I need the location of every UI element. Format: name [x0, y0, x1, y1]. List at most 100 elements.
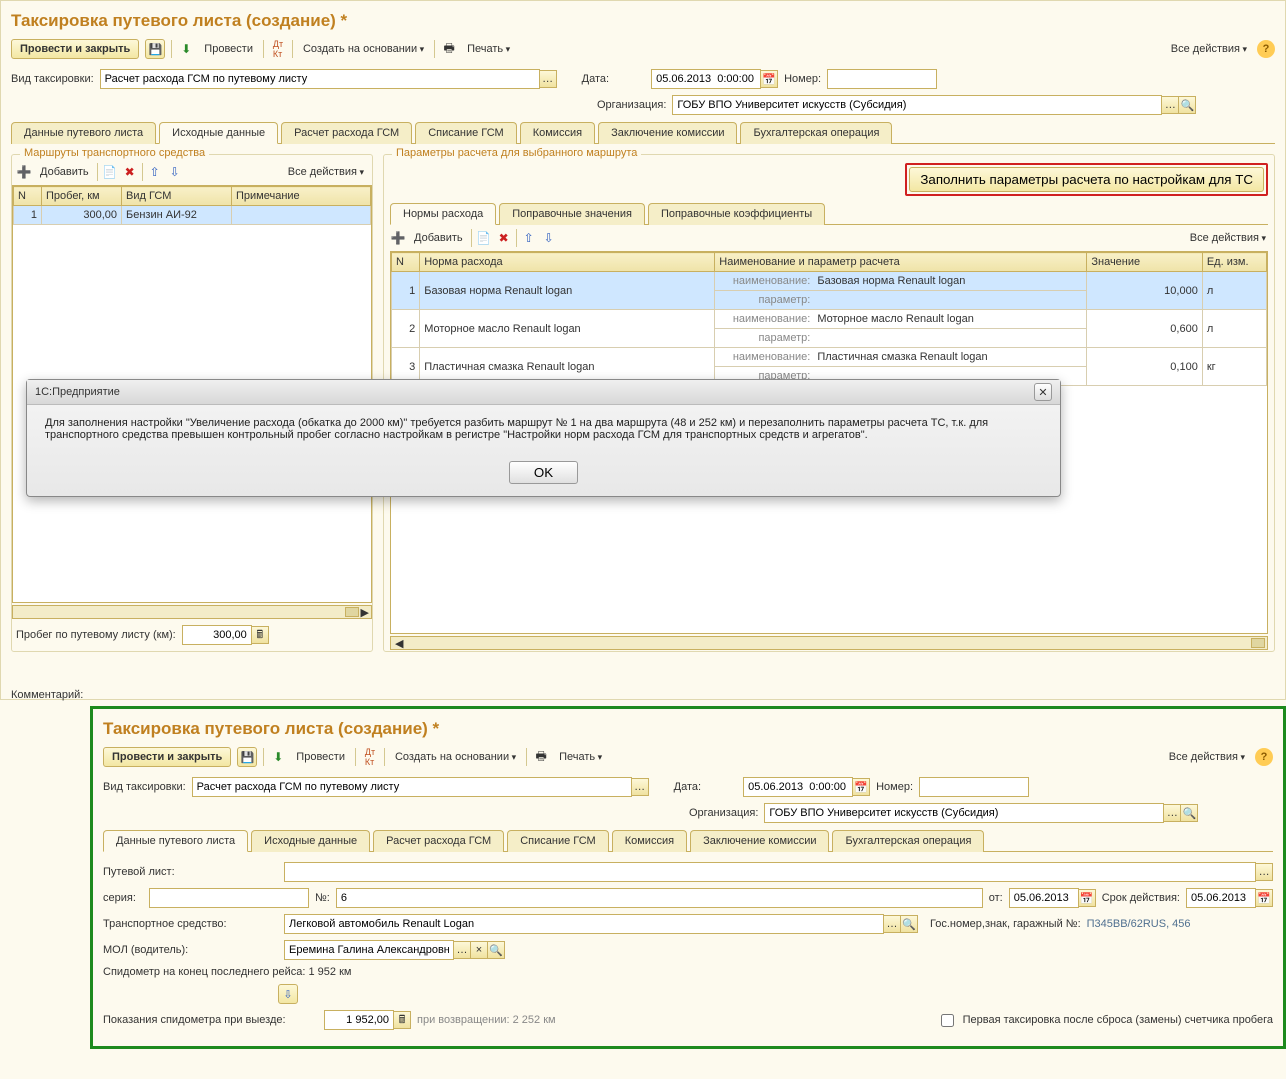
calculator-icon[interactable]: 🖩: [251, 626, 269, 644]
print-button[interactable]: Печать: [555, 749, 606, 765]
move-up-icon[interactable]: ⇧: [147, 164, 163, 180]
ellipsis-icon[interactable]: …: [1255, 863, 1273, 881]
all-actions-button[interactable]: Все действия: [284, 164, 368, 180]
calendar-icon[interactable]: 📅: [760, 70, 778, 88]
organization-input[interactable]: [672, 95, 1162, 115]
number-input[interactable]: [827, 69, 937, 89]
vehicle-input[interactable]: [284, 914, 884, 934]
col-header[interactable]: Норма расхода: [420, 253, 715, 272]
total-mileage-input[interactable]: [182, 625, 252, 645]
col-header[interactable]: N: [392, 253, 420, 272]
save-icon[interactable]: 💾: [237, 747, 257, 767]
tab-2[interactable]: Расчет расхода ГСМ: [373, 830, 504, 852]
create-based-on-button[interactable]: Создать на основании: [299, 41, 428, 57]
norms-grid[interactable]: NНорма расходаНаименование и параметр ра…: [391, 252, 1267, 386]
tab-1[interactable]: Исходные данные: [159, 122, 278, 144]
col-header[interactable]: Значение: [1087, 253, 1202, 272]
search-icon[interactable]: 🔍: [487, 941, 505, 959]
date-input[interactable]: [743, 777, 853, 797]
tab-4[interactable]: Комиссия: [612, 830, 687, 852]
all-actions-button[interactable]: Все действия: [1167, 41, 1251, 57]
help-icon[interactable]: ?: [1255, 748, 1273, 766]
tab-6[interactable]: Бухгалтерская операция: [832, 830, 984, 852]
all-actions-button[interactable]: Все действия: [1186, 230, 1270, 246]
first-taxation-checkbox[interactable]: [941, 1014, 954, 1027]
tab-0[interactable]: Данные путевого листа: [11, 122, 156, 144]
post-and-close-button[interactable]: Провести и закрыть: [11, 39, 139, 59]
ok-button[interactable]: OK: [509, 461, 578, 484]
col-header[interactable]: Ед. изм.: [1202, 253, 1266, 272]
valid-until-input[interactable]: [1186, 888, 1256, 908]
print-button[interactable]: Печать: [463, 41, 514, 57]
close-icon[interactable]: ✕: [1034, 383, 1052, 401]
waybill-number-input[interactable]: [336, 888, 983, 908]
copy-icon[interactable]: 📄: [476, 230, 492, 246]
col-header[interactable]: Примечание: [232, 187, 371, 206]
search-icon[interactable]: 🔍: [1180, 804, 1198, 822]
horizontal-scrollbar[interactable]: ◀: [390, 636, 1268, 650]
add-norm-button[interactable]: Добавить: [410, 230, 467, 246]
waybill-input[interactable]: [284, 862, 1256, 882]
calendar-icon[interactable]: 📅: [852, 778, 870, 796]
calculator-icon[interactable]: 🖩: [393, 1011, 411, 1029]
delete-icon[interactable]: ✖: [122, 164, 138, 180]
dtkt-icon[interactable]: ДтКт: [362, 749, 378, 765]
search-icon[interactable]: 🔍: [1178, 96, 1196, 114]
move-up-icon[interactable]: ⇧: [521, 230, 537, 246]
tab-2[interactable]: Расчет расхода ГСМ: [281, 122, 412, 144]
driver-input[interactable]: [284, 940, 454, 960]
series-input[interactable]: [149, 888, 309, 908]
number-input[interactable]: [919, 777, 1029, 797]
col-header[interactable]: Вид ГСМ: [122, 187, 232, 206]
clear-icon[interactable]: ×: [470, 941, 488, 959]
ellipsis-icon[interactable]: …: [453, 941, 471, 959]
post-button[interactable]: Провести: [200, 41, 257, 57]
save-icon[interactable]: 💾: [145, 39, 165, 59]
tab-5[interactable]: Заключение комиссии: [690, 830, 829, 852]
move-down-icon[interactable]: ⇩: [167, 164, 183, 180]
table-row[interactable]: 1Базовая норма Renault loganнаименование…: [392, 272, 1267, 291]
tab-1[interactable]: Поправочные значения: [499, 203, 645, 225]
horizontal-scrollbar[interactable]: ▶: [12, 605, 372, 619]
col-header[interactable]: Пробег, км: [42, 187, 122, 206]
delete-icon[interactable]: ✖: [496, 230, 512, 246]
ellipsis-icon[interactable]: …: [631, 778, 649, 796]
post-button[interactable]: Провести: [292, 749, 349, 765]
col-header[interactable]: Наименование и параметр расчета: [715, 253, 1087, 272]
tab-3[interactable]: Списание ГСМ: [415, 122, 517, 144]
dtkt-icon[interactable]: ДтКт: [270, 41, 286, 57]
create-based-on-button[interactable]: Создать на основании: [391, 749, 520, 765]
search-icon[interactable]: 🔍: [900, 915, 918, 933]
from-date-input[interactable]: [1009, 888, 1079, 908]
taxation-type-input[interactable]: [100, 69, 540, 89]
tab-6[interactable]: Бухгалтерская операция: [740, 122, 892, 144]
ellipsis-icon[interactable]: …: [1161, 96, 1179, 114]
copy-down-icon[interactable]: ⇩: [278, 984, 298, 1004]
add-route-button[interactable]: Добавить: [36, 164, 93, 180]
ellipsis-icon[interactable]: …: [883, 915, 901, 933]
date-input[interactable]: [651, 69, 761, 89]
help-icon[interactable]: ?: [1257, 40, 1275, 58]
tab-0[interactable]: Данные путевого листа: [103, 830, 248, 852]
tab-3[interactable]: Списание ГСМ: [507, 830, 609, 852]
table-row[interactable]: 2Моторное масло Renault loganнаименовани…: [392, 310, 1267, 329]
table-row[interactable]: 1300,00Бензин АИ-92: [14, 206, 371, 225]
calendar-icon[interactable]: 📅: [1078, 889, 1096, 907]
all-actions-button[interactable]: Все действия: [1165, 749, 1249, 765]
move-down-icon[interactable]: ⇩: [541, 230, 557, 246]
tab-4[interactable]: Комиссия: [520, 122, 595, 144]
organization-input[interactable]: [764, 803, 1164, 823]
tab-5[interactable]: Заключение комиссии: [598, 122, 737, 144]
copy-icon[interactable]: 📄: [102, 164, 118, 180]
routes-grid[interactable]: NПробег, кмВид ГСМПримечание 1300,00Бенз…: [13, 186, 371, 225]
post-and-close-button[interactable]: Провести и закрыть: [103, 747, 231, 767]
tab-1[interactable]: Исходные данные: [251, 830, 370, 852]
tab-0[interactable]: Нормы расхода: [390, 203, 496, 225]
col-header[interactable]: N: [14, 187, 42, 206]
odometer-out-input[interactable]: [324, 1010, 394, 1030]
ellipsis-icon[interactable]: …: [539, 70, 557, 88]
tab-2[interactable]: Поправочные коэффициенты: [648, 203, 825, 225]
fill-params-button[interactable]: Заполнить параметры расчета по настройка…: [909, 167, 1264, 192]
taxation-type-input[interactable]: [192, 777, 632, 797]
table-row[interactable]: 3Пластичная смазка Renault loganнаименов…: [392, 348, 1267, 367]
